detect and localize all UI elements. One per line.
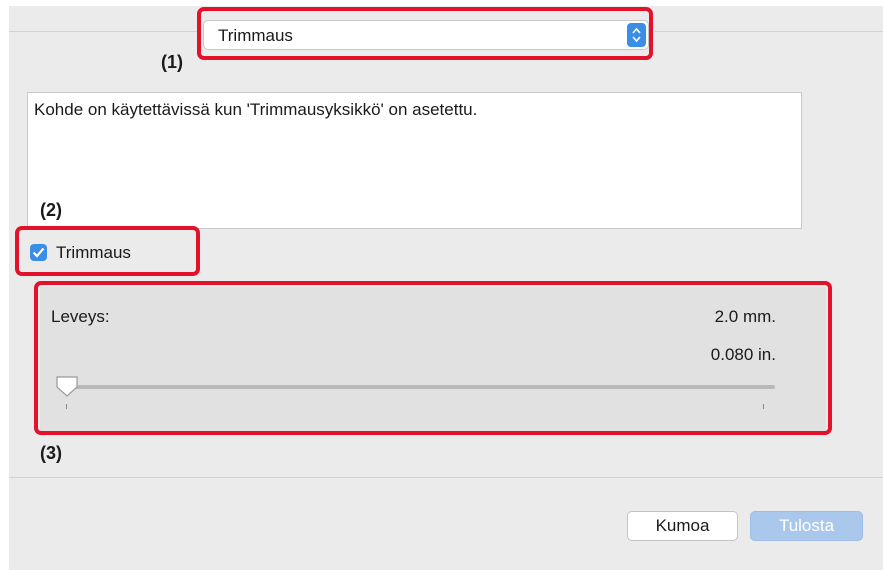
callout-box-1 <box>197 7 653 60</box>
trim-checkbox-label[interactable]: Trimmaus <box>56 243 131 263</box>
callout-number-2: (2) <box>40 200 62 220</box>
top-separator-left <box>9 31 199 32</box>
print-button[interactable]: Tulosta <box>750 511 863 541</box>
description-box: Kohde on käytettävissä kun 'Trimmausyksi… <box>27 92 802 229</box>
checkmark-icon <box>32 247 45 258</box>
top-separator-right <box>655 31 883 32</box>
trim-checkbox[interactable] <box>30 244 47 261</box>
cancel-button[interactable]: Kumoa <box>627 511 738 541</box>
bottom-separator <box>9 477 883 478</box>
description-text: Kohde on käytettävissä kun 'Trimmausyksi… <box>34 100 478 119</box>
callout-number-3: (3) <box>40 443 62 463</box>
callout-box-3 <box>34 281 832 435</box>
callout-number-1: (1) <box>161 52 183 72</box>
